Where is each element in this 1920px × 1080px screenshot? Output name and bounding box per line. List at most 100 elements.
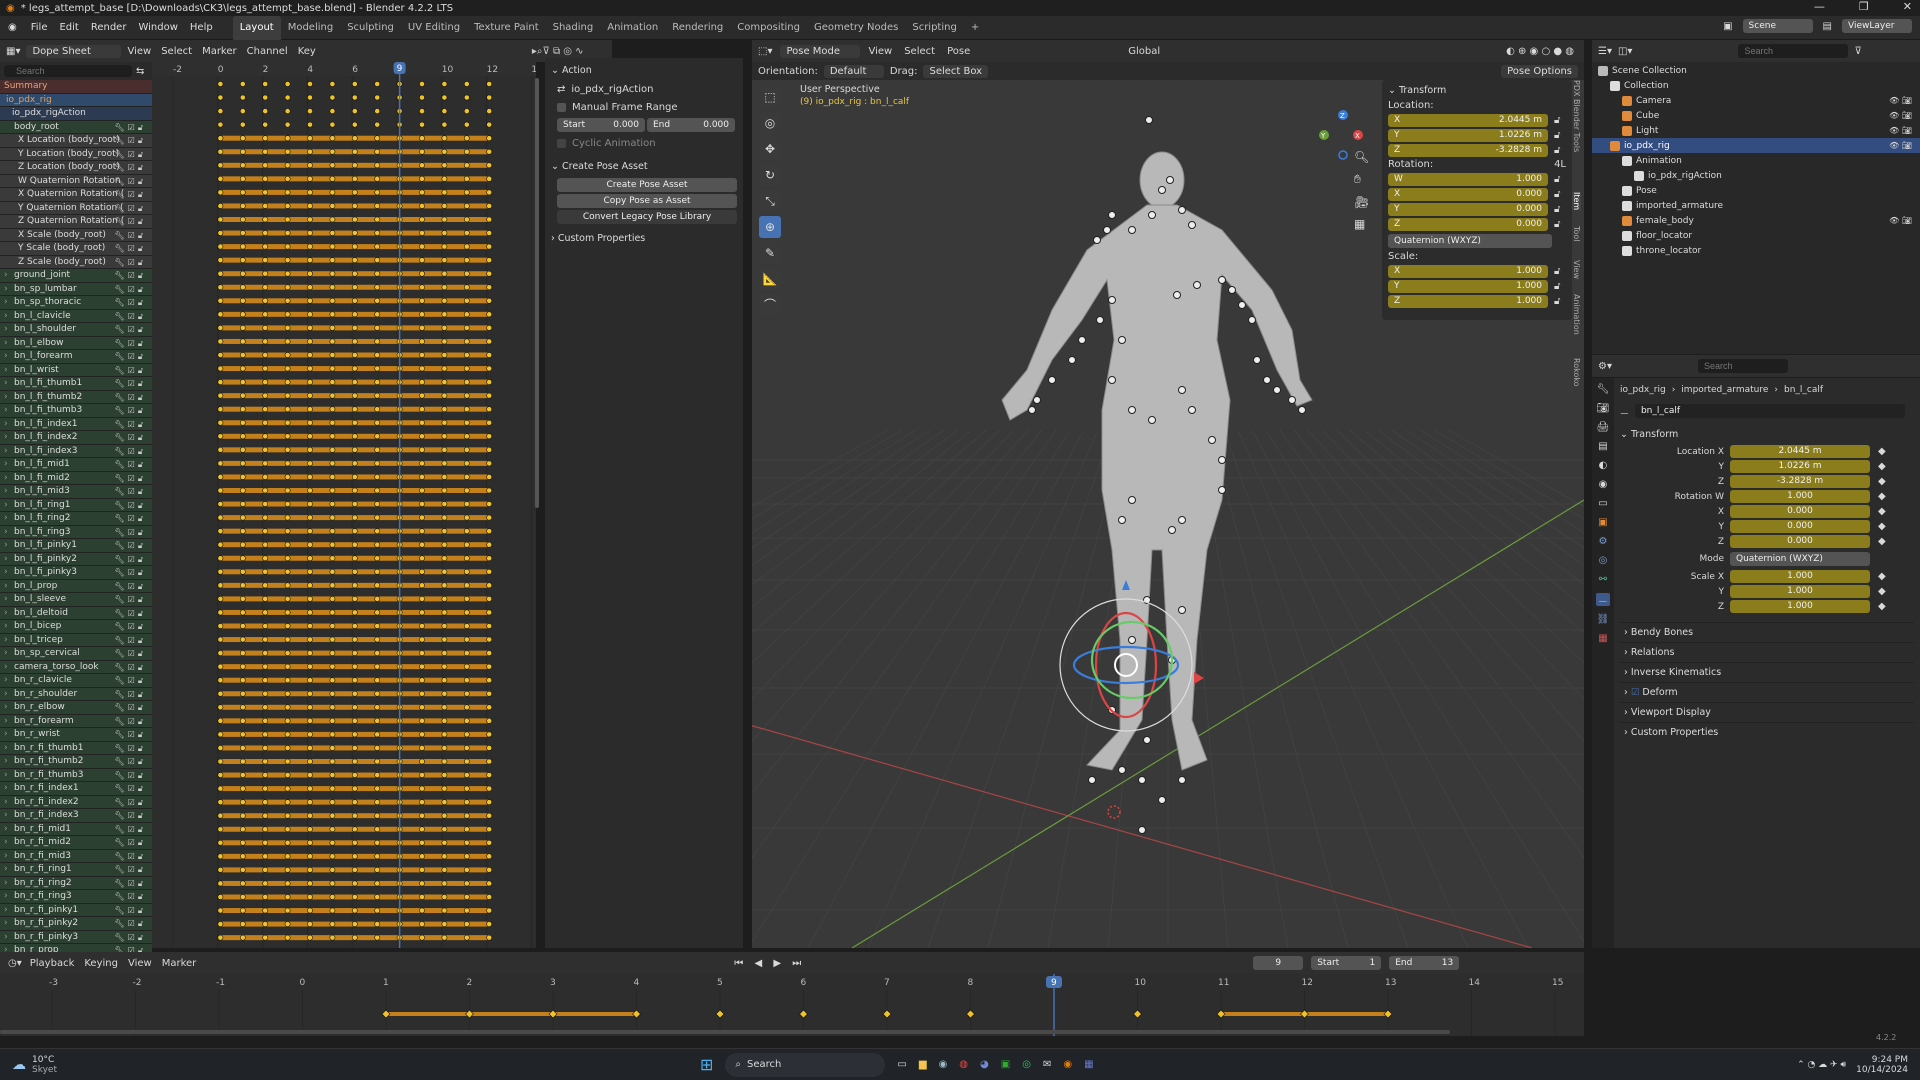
keyframe[interactable] <box>239 257 246 264</box>
bone-joint[interactable] <box>1093 236 1101 244</box>
keyframe[interactable] <box>419 690 425 697</box>
keyframe[interactable] <box>351 528 358 535</box>
keyframe[interactable] <box>486 419 493 426</box>
expand-icon[interactable]: › <box>4 755 8 769</box>
bone-joint[interactable] <box>1128 406 1136 414</box>
workspace-tab-scripting[interactable]: Scripting <box>905 16 963 40</box>
keyframe[interactable] <box>486 541 493 548</box>
keyframe[interactable] <box>441 297 448 304</box>
keyframe[interactable] <box>262 352 269 358</box>
keyframe[interactable] <box>262 148 269 155</box>
keyframe[interactable] <box>463 609 470 616</box>
keyframe[interactable] <box>463 514 470 521</box>
expand-icon[interactable]: › <box>4 674 8 688</box>
keyframe[interactable] <box>374 406 381 413</box>
channel-toggle-icons[interactable]: 🔧︎☑🔓︎ <box>114 242 146 256</box>
visibility-icons[interactable]: 👁︎ 📷︎ <box>1889 126 1912 135</box>
keyframe[interactable] <box>284 243 291 250</box>
keyframe[interactable] <box>419 365 425 372</box>
keyframe[interactable] <box>463 717 470 724</box>
keyframe[interactable] <box>329 799 336 806</box>
timeline-menu-view[interactable]: View <box>128 958 152 969</box>
keyframe[interactable] <box>329 230 336 236</box>
viewlayer-selector[interactable]: ViewLayer <box>1842 19 1912 33</box>
keyframe[interactable] <box>329 582 336 589</box>
keyframe[interactable] <box>419 528 425 535</box>
channel-row[interactable]: › bn_sp_lumbar 🔧︎☑🔓︎ <box>0 282 152 296</box>
workspace-tab-compositing[interactable]: Compositing <box>730 16 807 40</box>
expand-icon[interactable]: › <box>4 580 8 594</box>
output-tab-icon[interactable]: 🖨︎ <box>1597 422 1610 433</box>
keyframe[interactable] <box>329 907 336 914</box>
keyframe[interactable] <box>486 352 493 358</box>
keyframe[interactable] <box>217 392 224 399</box>
keyframe[interactable] <box>262 446 269 453</box>
3d-cursor[interactable] <box>1107 805 1121 819</box>
lock-icon[interactable]: 🔓︎ <box>1554 219 1560 230</box>
value-field[interactable]: X 0.000 <box>1388 188 1548 201</box>
keyframe[interactable] <box>463 379 470 385</box>
bone-joint[interactable] <box>1166 176 1174 184</box>
keyframe[interactable] <box>486 324 493 331</box>
keyframe[interactable] <box>217 514 224 521</box>
keyframe[interactable] <box>463 365 470 372</box>
sidebar-tab-tool[interactable]: Tool <box>1572 226 1581 242</box>
keyframe[interactable] <box>307 568 313 575</box>
keyframe[interactable] <box>284 446 291 453</box>
keyframe[interactable] <box>351 853 358 860</box>
keyframe[interactable] <box>463 324 470 331</box>
sidebar-tab-animation[interactable]: Animation <box>1572 294 1581 335</box>
channel-toggle-icons[interactable]: 🔧︎☑🔓︎ <box>114 418 146 432</box>
x-arrow[interactable] <box>1194 672 1204 684</box>
channel-row[interactable]: › bn_r_fi_thumb3 🔧︎☑🔓︎ <box>0 768 152 782</box>
viewport-menu-view[interactable]: View <box>868 46 892 57</box>
bone-joint[interactable] <box>1168 526 1176 534</box>
keyframe[interactable] <box>463 94 470 101</box>
zoom-icon[interactable]: 🔍︎ <box>1354 150 1369 164</box>
viewport-shading-icons[interactable]: ◐ ⊕ ◉ ○ ● ◍ <box>1506 46 1574 57</box>
keyframe[interactable] <box>262 853 269 860</box>
keyframe-diamond-icon[interactable]: ◆ <box>1878 586 1886 597</box>
outliner-row[interactable]: Animation <box>1592 153 1920 168</box>
bone-joint[interactable] <box>1228 286 1236 294</box>
channel-toggle-icons[interactable]: 🔧︎☑🔓︎ <box>114 377 146 391</box>
keyframe[interactable] <box>329 867 336 873</box>
keyframe[interactable] <box>441 894 448 900</box>
keyframe[interactable] <box>374 297 381 304</box>
keyframe[interactable] <box>284 419 291 426</box>
keyframe[interactable] <box>351 460 358 467</box>
keyframe[interactable] <box>419 203 425 209</box>
keyframe-area[interactable]: -2024681012149 <box>152 62 536 948</box>
keyframe[interactable] <box>217 433 224 440</box>
keyframe[interactable] <box>217 189 224 196</box>
keyframe[interactable] <box>284 934 291 941</box>
channel-toggle-icons[interactable]: 🔧︎☑🔓︎ <box>114 499 146 513</box>
keyframe[interactable] <box>486 446 493 453</box>
expand-icon[interactable]: › <box>4 364 8 378</box>
keyframe[interactable] <box>217 297 224 304</box>
lock-icon[interactable]: 🔓︎ <box>1554 189 1560 200</box>
channel-row[interactable]: › bn_l_prop 🔧︎☑🔓︎ <box>0 579 152 594</box>
keyframe[interactable] <box>239 609 246 616</box>
bone-joint[interactable] <box>1158 796 1166 804</box>
keyframe[interactable] <box>329 94 336 101</box>
keyframe[interactable] <box>284 623 291 629</box>
timeline-menu-marker[interactable]: Marker <box>162 958 197 969</box>
keyframe[interactable] <box>262 474 269 480</box>
keyframe[interactable] <box>284 379 291 385</box>
viewport-editor-icon[interactable]: ⬚▾ <box>758 46 772 57</box>
keyframe[interactable] <box>351 392 358 399</box>
timeline-editor-icon[interactable]: ◷▾ <box>8 958 22 969</box>
channel-row[interactable]: › bn_l_fi_ring1 🔧︎☑🔓︎ <box>0 498 152 513</box>
keyframe[interactable] <box>463 839 470 846</box>
chrome-icon[interactable]: ◍ <box>959 1059 968 1070</box>
keyframe[interactable] <box>374 487 381 494</box>
channel-row[interactable]: › bn_r_fi_pinky1 🔧︎☑🔓︎ <box>0 903 152 917</box>
timeline-keyframe[interactable] <box>465 1009 474 1019</box>
fcurve-channel[interactable]: Z Scale (body_root) 🔧︎☑🔓︎ <box>0 255 152 269</box>
keyframe[interactable] <box>419 921 425 927</box>
expand-icon[interactable]: › <box>4 796 8 810</box>
keyframe[interactable] <box>419 419 425 426</box>
keyframe[interactable] <box>374 731 381 738</box>
bone-joint[interactable] <box>1145 116 1153 124</box>
